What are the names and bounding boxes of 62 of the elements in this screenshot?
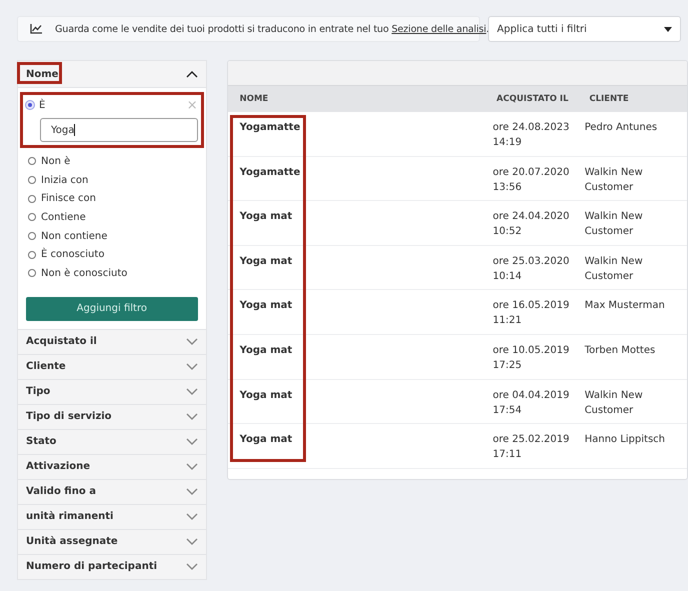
filter-label: Attivazione — [26, 461, 90, 472]
filter-label: Unità assegnate — [26, 536, 118, 548]
table-cell-text: Yoga mat — [238, 388, 294, 403]
table-cell-text: Yogamatte — [238, 166, 302, 180]
filter-header[interactable]: Nome — [17, 60, 207, 88]
filter-header[interactable]: Cliente — [17, 354, 207, 380]
table-cell-text: Torben Mottes — [584, 344, 656, 358]
filter-header[interactable]: Unità assegnate — [17, 530, 207, 555]
table-cell-text: Pedro Antunes — [584, 121, 658, 135]
table-cell-text: Max Musterman — [584, 299, 666, 314]
filter-input[interactable]: Yoga — [40, 118, 198, 142]
filter-label: Numero di partecipanti — [26, 561, 158, 572]
table-cell-text: ore 04.04.2019 17:54 — [492, 388, 570, 418]
filter-header[interactable]: Attivazione — [17, 454, 207, 480]
table-cell-text: Yogamatte — [238, 121, 302, 135]
option-label: È conosciuto — [41, 249, 104, 260]
table-cell-text: Yoga mat — [238, 299, 294, 314]
filter-label: unità rimanenti — [26, 511, 114, 522]
option-label: Finisce con — [41, 193, 96, 204]
filter-header[interactable]: Numero di partecipanti — [17, 554, 207, 580]
option-label: È — [39, 100, 46, 110]
table-cell-text: ore 24.08.2023 14:19 — [492, 121, 570, 150]
filter-label: Valido fino a — [26, 486, 96, 498]
table-cell-text: ore 25.03.2020 10:14 — [492, 254, 570, 284]
table-cell-text: Yoga mat — [238, 344, 294, 358]
filter-label: Tipo — [26, 386, 50, 398]
filter-header[interactable]: Stato — [17, 430, 207, 455]
filter-label: Nome — [26, 68, 58, 80]
filter-header[interactable]: unità rimanenti — [17, 504, 207, 530]
table-cell-text: ore 24.04.2020 10:52 — [492, 210, 570, 240]
table-cell-text: Yoga mat — [238, 210, 294, 224]
option-label: Inizia con — [41, 174, 88, 186]
column-header[interactable]: NOME — [228, 94, 497, 104]
column-header[interactable]: CLIENTE — [589, 94, 687, 104]
filter-header[interactable]: Acquistato il — [17, 330, 207, 355]
table-cell-text: Walkin New Customer — [584, 388, 644, 418]
option-label: Non è — [41, 156, 70, 167]
analytics-link[interactable]: Sezione delle analisi — [392, 24, 486, 34]
table-cell-text: ore 16.05.2019 11:21 — [492, 299, 570, 328]
column-header[interactable]: ACQUISTATO IL — [496, 94, 590, 104]
table-cell-text: Hanno Lippitsch — [584, 433, 666, 448]
filter-label: Cliente — [26, 361, 66, 372]
option-label: Contiene — [41, 212, 86, 223]
filter-dropdown[interactable]: Applica tutti i filtri — [488, 16, 681, 42]
table-cell-text: Yoga mat — [238, 254, 294, 269]
filter-header[interactable]: Valido fino a — [17, 480, 207, 505]
table-cell-text: ore 25.02.2019 17:11 — [492, 433, 570, 462]
filter-label: Acquistato il — [26, 336, 97, 348]
option-label: Non è conosciuto — [41, 268, 128, 279]
table-cell-text: ore 20.07.2020 13:56 — [492, 166, 570, 195]
table-cell-text: Walkin New Customer — [584, 210, 644, 240]
filter-label: Tipo di servizio — [26, 411, 112, 422]
option-label: Non contiene — [41, 230, 108, 242]
banner-text: Guarda come le vendite dei tuoi prodotti si traducono in entrate nel tuo Sezione delle analisi. — [55, 24, 490, 34]
add-filter-button[interactable]: Aggiungi filtro — [26, 296, 198, 321]
filter-header[interactable]: Tipo — [17, 380, 207, 405]
table-cell-text: Walkin New Customer — [584, 166, 644, 195]
filter-label: Stato — [26, 436, 56, 448]
filter-header[interactable]: Tipo di servizio — [17, 404, 207, 430]
table-cell-text: ore 10.05.2019 17:25 — [492, 344, 570, 373]
table-cell-text: Walkin New Customer — [584, 254, 644, 284]
table-cell-text: Yoga mat — [238, 433, 294, 448]
